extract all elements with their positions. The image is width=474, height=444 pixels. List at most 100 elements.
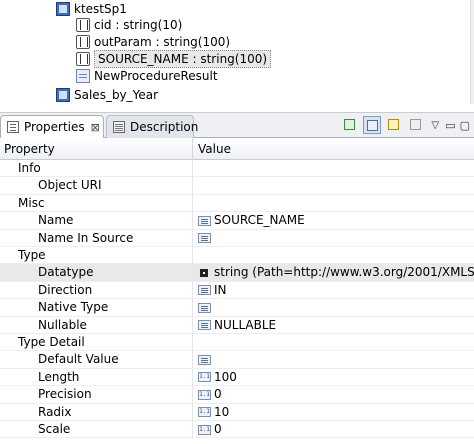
property-name: Object URI	[0, 177, 193, 195]
tab-description[interactable]: Description	[106, 115, 198, 138]
property-row[interactable]: Default Value	[0, 351, 474, 369]
tree-item-label: SOURCE_NAME : string(100)	[94, 50, 272, 68]
category-row[interactable]: Info	[0, 160, 474, 178]
parameter-icon	[76, 18, 90, 32]
property-row[interactable]: Datatype string (Path=http://www.w3.org/2…	[0, 264, 474, 282]
category-row[interactable]: Type Detail	[0, 334, 474, 352]
property-value-cell[interactable]	[194, 299, 474, 316]
property-value: 0	[214, 387, 222, 402]
pin-button[interactable]	[341, 116, 359, 134]
view-toolbar: ▽ ▭ ▢	[341, 115, 470, 135]
pin-icon	[344, 119, 356, 130]
tree-item-label: Sales_by_Year	[74, 88, 159, 102]
numeric-value-icon: 1.1	[198, 389, 211, 400]
result-set-icon	[76, 69, 90, 83]
property-value-cell	[194, 334, 474, 351]
property-name: Direction	[0, 281, 193, 299]
category-label: Type Detail	[0, 334, 193, 351]
property-name: Name	[0, 212, 193, 230]
column-header-value[interactable]: Value	[194, 138, 474, 160]
property-row[interactable]: Name In Source	[0, 229, 474, 247]
property-name: Datatype	[0, 264, 193, 282]
filter-icon	[388, 119, 400, 130]
property-value-cell[interactable]: IN	[194, 282, 474, 299]
tree-item-cid[interactable]: cid : string(10)	[76, 16, 182, 34]
procedure-icon	[56, 2, 70, 16]
property-grid-header: Property Value	[0, 138, 474, 160]
show-advanced-button[interactable]	[385, 116, 403, 134]
property-value-cell[interactable]: 1.1 10	[194, 404, 474, 421]
property-name: Native Type	[0, 299, 193, 317]
property-name: Precision	[0, 386, 193, 404]
text-value-icon	[198, 285, 211, 296]
property-value: SOURCE_NAME	[214, 213, 305, 228]
category-label: Misc	[0, 194, 193, 212]
tree-item-source-name[interactable]: SOURCE_NAME : string(100)	[76, 50, 272, 68]
property-value-cell[interactable]: 1.1 0	[194, 386, 474, 403]
property-name: Length	[0, 368, 193, 386]
property-value-cell[interactable]: 1.1 100	[194, 369, 474, 386]
close-icon[interactable]: ⊠	[91, 117, 100, 138]
description-icon	[113, 121, 125, 133]
restore-icon	[410, 119, 422, 130]
text-value-icon	[198, 302, 211, 313]
property-name: Radix	[0, 403, 193, 421]
properties-icon	[7, 121, 19, 133]
tree-scrollbar[interactable]	[470, 0, 474, 104]
property-value-cell[interactable]: SOURCE_NAME	[194, 212, 474, 229]
property-value-cell[interactable]	[194, 177, 474, 194]
minimize-button[interactable]: ▭	[445, 119, 455, 132]
property-row[interactable]: Radix 1.1 10	[0, 403, 474, 421]
datatype-icon	[200, 268, 208, 277]
property-value-cell[interactable]: string (Path=http://www.w3.org/2001/XMLS…	[194, 264, 474, 281]
property-row[interactable]: Scale 1.1 0	[0, 421, 474, 439]
property-row[interactable]: Object URI	[0, 177, 474, 195]
category-label: Info	[0, 160, 193, 177]
property-value-cell	[194, 160, 474, 177]
property-value: 0	[214, 422, 222, 436]
tab-properties-label: Properties	[24, 119, 85, 134]
property-name: Name In Source	[0, 229, 193, 247]
text-value-icon	[198, 320, 211, 331]
property-name: Scale	[0, 421, 193, 438]
maximize-button[interactable]: ▢	[460, 119, 470, 132]
restore-default-button[interactable]	[407, 116, 425, 134]
property-value: 10	[214, 404, 230, 419]
property-value-cell[interactable]	[194, 351, 474, 368]
property-value-cell[interactable]: 1.1 0	[194, 421, 474, 438]
tree-item-outparam[interactable]: outParam : string(100)	[76, 33, 230, 51]
property-value-cell	[194, 247, 474, 264]
property-row[interactable]: Nullable NULLABLE	[0, 316, 474, 334]
tree-item-sales-by-year[interactable]: Sales_by_Year	[56, 86, 158, 104]
property-value-cell[interactable]: NULLABLE	[194, 317, 474, 334]
property-row[interactable]: Length 1.1 100	[0, 368, 474, 387]
tree-item-newprocedureresult[interactable]: NewProcedureResult	[76, 67, 218, 85]
property-value: 100	[214, 369, 237, 384]
view-menu-button[interactable]: ▽	[429, 120, 441, 131]
property-value: IN	[214, 282, 227, 297]
numeric-value-icon: 1.1	[198, 407, 211, 418]
procedure-icon	[56, 88, 70, 102]
property-row[interactable]: Name SOURCE_NAME	[0, 212, 474, 230]
property-grid: Property Value Info Object URI Misc Name SOU…	[0, 138, 474, 444]
column-header-property[interactable]: Property	[0, 138, 193, 160]
categories-icon	[367, 120, 379, 131]
property-name: Default Value	[0, 351, 193, 369]
tab-properties[interactable]: Properties ⊠	[0, 115, 104, 138]
property-value: string (Path=http://www.w3.org/2001/XMLS…	[214, 265, 474, 280]
category-row[interactable]: Misc	[0, 194, 474, 213]
property-value-cell[interactable]	[194, 230, 474, 247]
text-value-icon	[198, 233, 211, 244]
numeric-value-icon: 1.1	[198, 372, 211, 383]
text-value-icon	[198, 354, 211, 365]
property-row[interactable]: Direction IN	[0, 281, 474, 300]
tree-item-label: cid : string(10)	[94, 18, 183, 32]
numeric-value-icon: 1.1	[198, 424, 211, 435]
show-categories-button[interactable]	[363, 116, 382, 134]
category-row[interactable]: Type	[0, 247, 474, 265]
property-row[interactable]: Precision 1.1 0	[0, 386, 474, 404]
tree-item-label: NewProcedureResult	[94, 69, 218, 83]
property-value: NULLABLE	[214, 317, 277, 332]
parameter-icon	[76, 35, 90, 49]
property-row[interactable]: Native Type	[0, 299, 474, 317]
